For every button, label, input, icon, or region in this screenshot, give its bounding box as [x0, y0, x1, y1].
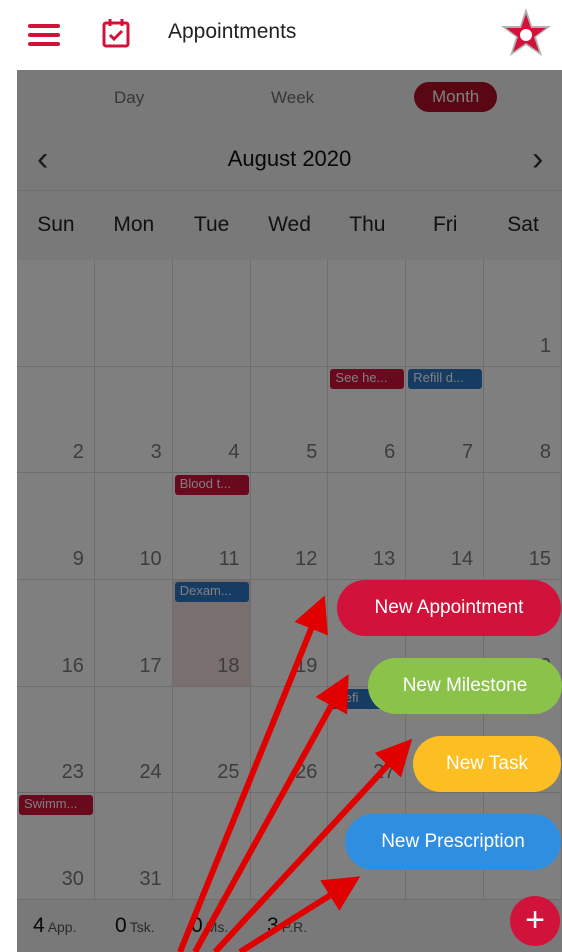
annotation-arrows [177, 595, 413, 952]
annotation-arrow [238, 876, 361, 952]
annotation-arrow [212, 738, 413, 952]
annotation-arrow [177, 595, 328, 952]
